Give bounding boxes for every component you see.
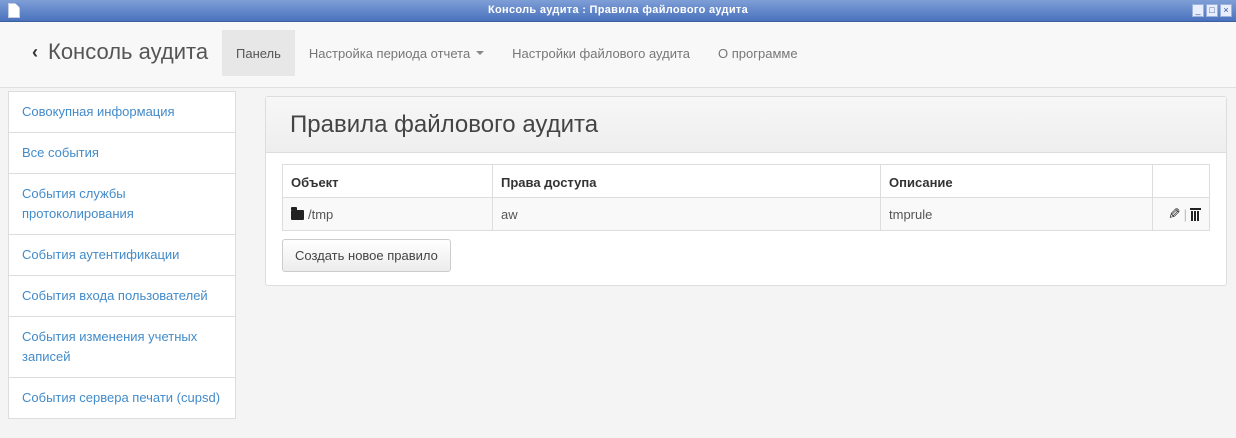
nav-report-period-label: Настройка периода отчета bbox=[308, 45, 471, 61]
nav-report-period-dropdown[interactable]: Настройка периода отчета bbox=[295, 30, 498, 76]
sidebar-item-summary[interactable]: Совокупная информация bbox=[8, 91, 236, 133]
brand-back-link[interactable]: ‹ Консоль аудита bbox=[32, 39, 208, 65]
chevron-left-icon: ‹ bbox=[32, 41, 38, 62]
table-row: /tmp aw tmprule ✎ | bbox=[282, 197, 1210, 231]
nav-panel-label: Панель bbox=[236, 45, 281, 61]
cell-access: aw bbox=[492, 197, 881, 231]
caret-down-icon bbox=[476, 51, 485, 55]
column-header-access: Права доступа bbox=[492, 164, 881, 198]
sidebar-item-print-server[interactable]: События сервера печати (cupsd) bbox=[8, 377, 236, 419]
edit-icon[interactable]: ✎ bbox=[1168, 205, 1181, 223]
object-path: /tmp bbox=[308, 206, 334, 222]
column-header-object: Объект bbox=[282, 164, 493, 198]
delete-icon[interactable] bbox=[1190, 208, 1201, 221]
column-header-actions bbox=[1152, 164, 1210, 198]
sidebar-item-authentication[interactable]: События аутентификации bbox=[8, 234, 236, 276]
page-title: Правила файлового аудита bbox=[290, 111, 599, 138]
brand-label: Консоль аудита bbox=[48, 39, 209, 64]
nav-panel[interactable]: Панель bbox=[222, 30, 295, 76]
minimize-icon[interactable]: _ bbox=[1192, 4, 1204, 17]
window-controls: _ □ × bbox=[1192, 4, 1232, 17]
nav-about[interactable]: О программе bbox=[704, 30, 812, 76]
sidebar-item-all-events[interactable]: Все события bbox=[8, 132, 236, 174]
cell-description: tmprule bbox=[880, 197, 1153, 231]
folder-icon bbox=[291, 206, 304, 220]
create-rule-button[interactable]: Создать новое правило bbox=[282, 239, 451, 272]
sidebar-item-logging-service[interactable]: События службы протоколирования bbox=[8, 173, 236, 235]
window-titlebar: Консоль аудита : Правила файлового аудит… bbox=[0, 0, 1236, 22]
maximize-icon[interactable]: □ bbox=[1206, 4, 1218, 17]
navbar: ‹ Консоль аудита Панель Настройка период… bbox=[0, 22, 1236, 88]
nav-file-audit-settings[interactable]: Настройки файлового аудита bbox=[498, 30, 704, 76]
main-nav: Панель Настройка периода отчета Настройк… bbox=[222, 30, 812, 76]
cell-actions: ✎ | bbox=[1152, 197, 1210, 231]
sidebar-item-user-logins[interactable]: События входа пользователей bbox=[8, 275, 236, 317]
close-icon[interactable]: × bbox=[1220, 4, 1232, 17]
rules-table: Объект Права доступа Описание /tmp aw tm… bbox=[282, 164, 1210, 231]
nav-about-label: О программе bbox=[718, 45, 798, 61]
window-title: Консоль аудита : Правила файлового аудит… bbox=[488, 4, 748, 16]
nav-file-audit-settings-label: Настройки файлового аудита bbox=[512, 45, 691, 61]
sidebar-item-account-changes[interactable]: События изменения учетных записей bbox=[8, 316, 236, 378]
cell-object: /tmp bbox=[282, 197, 493, 231]
file-audit-panel: Правила файлового аудита Объект Права до… bbox=[265, 96, 1227, 286]
panel-header: Правила файлового аудита bbox=[266, 97, 1226, 153]
action-separator: | bbox=[1183, 207, 1187, 222]
sidebar: Совокупная информация Все события Событи… bbox=[8, 91, 236, 419]
column-header-description: Описание bbox=[880, 164, 1153, 198]
